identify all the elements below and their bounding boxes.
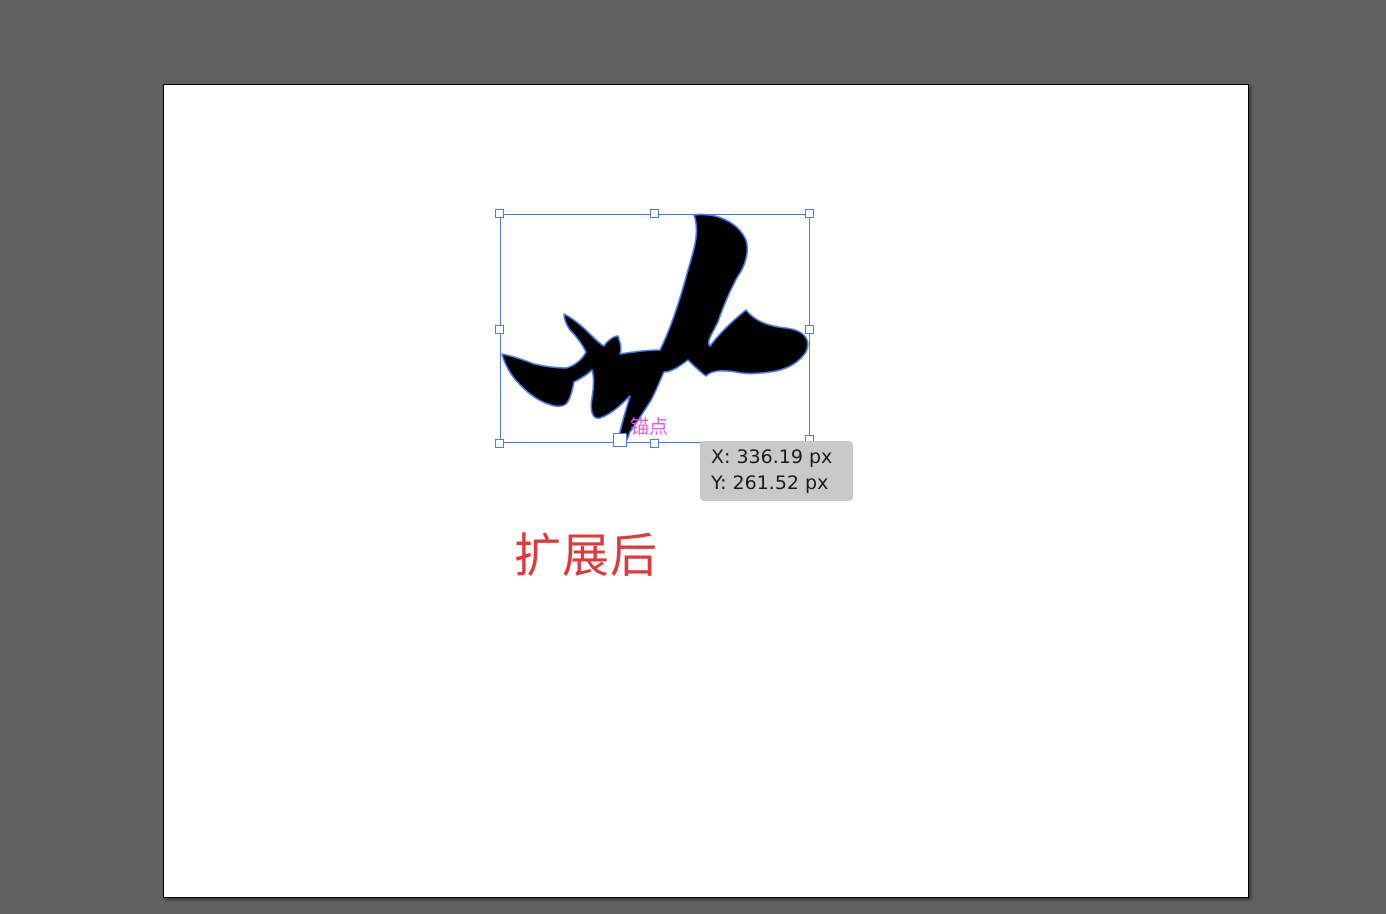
resize-handle-top-center[interactable] — [650, 209, 659, 218]
canvas-workspace[interactable]: 锚点 X: 336.19 px Y: 261.52 px 扩展后 — [0, 0, 1386, 914]
resize-handle-top-left[interactable] — [495, 209, 504, 218]
anchor-point-label: 锚点 — [630, 416, 669, 438]
resize-handle-middle-left[interactable] — [495, 325, 504, 334]
tooltip-y-readout: Y: 261.52 px — [711, 472, 829, 494]
anchor-point-handle[interactable] — [613, 433, 627, 447]
resize-handle-top-right[interactable] — [805, 209, 814, 218]
selection-bounding-box[interactable] — [500, 214, 810, 443]
tooltip-x-readout: X: 336.19 px — [711, 446, 833, 468]
coordinate-tooltip: X: 336.19 px Y: 261.52 px — [700, 441, 853, 501]
resize-handle-bottom-center[interactable] — [650, 439, 659, 448]
resize-handle-middle-right[interactable] — [805, 325, 814, 334]
caption-text: 扩展后 — [514, 529, 658, 584]
resize-handle-bottom-left[interactable] — [495, 439, 504, 448]
